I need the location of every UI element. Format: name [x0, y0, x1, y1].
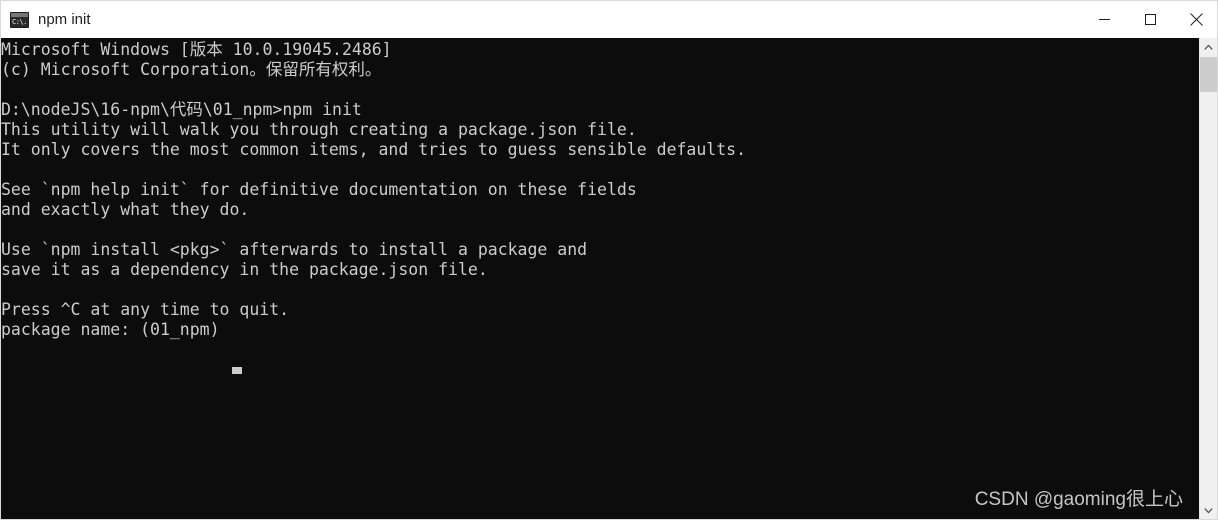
console-window: C:\. npm init Microsoft Windows [版本 10.0…: [0, 0, 1218, 520]
console-output-area[interactable]: Microsoft Windows [版本 10.0.19045.2486] (…: [1, 38, 1201, 519]
window-title: npm init: [38, 11, 91, 28]
minimize-button[interactable]: [1081, 1, 1127, 38]
cmd-icon-prompt-glyph: C:\.: [12, 17, 27, 26]
window-controls: [1081, 1, 1217, 38]
cmd-console-icon: C:\.: [10, 11, 29, 28]
maximize-icon: [1144, 14, 1156, 25]
scrollbar-thumb[interactable]: [1200, 57, 1217, 92]
chevron-down-icon: [1204, 507, 1213, 514]
close-icon: [1189, 13, 1203, 26]
minimize-icon: [1098, 19, 1110, 20]
title-bar-left: C:\. npm init: [1, 1, 1081, 38]
chevron-up-icon: [1204, 43, 1213, 50]
text-cursor: [232, 367, 242, 374]
maximize-button[interactable]: [1127, 1, 1173, 38]
scrollbar-track[interactable]: [1200, 56, 1217, 501]
console-text: Microsoft Windows [版本 10.0.19045.2486] (…: [1, 40, 747, 339]
close-button[interactable]: [1173, 1, 1217, 38]
scrollbar-down-button[interactable]: [1200, 501, 1217, 519]
title-bar[interactable]: C:\. npm init: [1, 1, 1217, 38]
vertical-scrollbar[interactable]: [1199, 38, 1217, 519]
watermark-text: CSDN @gaoming很上心: [974, 489, 1183, 510]
scrollbar-up-button[interactable]: [1200, 38, 1217, 56]
